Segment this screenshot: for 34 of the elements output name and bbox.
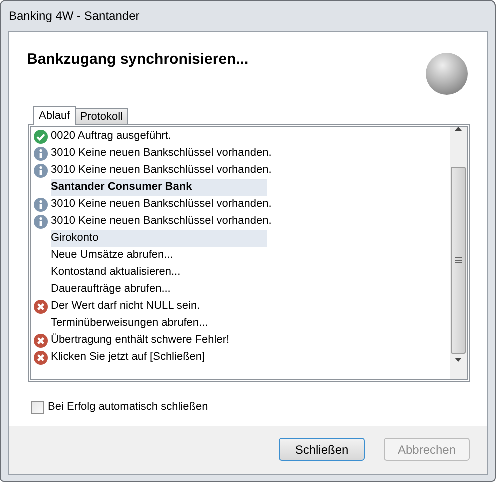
log-message: 3010 Keine neuen Bankschlüssel vorhanden. xyxy=(51,214,272,230)
log-message: Kontostand aktualisieren... xyxy=(51,265,181,280)
info-icon xyxy=(34,164,48,178)
log-message: 3010 Keine neuen Bankschlüssel vorhanden. xyxy=(51,146,272,162)
log-message: Der Wert darf nicht NULL sein. xyxy=(51,299,200,314)
scroll-thumb[interactable] xyxy=(451,167,466,354)
info-icon xyxy=(34,214,48,228)
log-message: Daueraufträge abrufen... xyxy=(51,282,171,298)
log-message: 3010 Keine neuen Bankschlüssel vorhanden. xyxy=(51,163,272,178)
dialog-heading: Bankzugang synchronisieren... xyxy=(26,50,249,70)
error-icon xyxy=(34,350,48,364)
grip-icon xyxy=(455,257,462,264)
log-message: 3010 Keine neuen Bankschlüssel vorhanden. xyxy=(51,197,272,212)
scrollbar[interactable] xyxy=(450,127,467,379)
window-title: Banking 4W - Santander xyxy=(9,8,140,25)
tab[interactable]: Protokoll xyxy=(76,108,128,124)
log-message: Klicken Sie jetzt auf [Schließen] xyxy=(51,350,206,366)
log-message: 0020 Auftrag ausgeführt. xyxy=(51,129,172,144)
status-light-icon xyxy=(425,52,469,96)
section-heading: Girokonto xyxy=(51,230,267,247)
info-icon xyxy=(34,146,48,160)
info-icon xyxy=(34,198,48,212)
section-heading: Santander Consumer Bank xyxy=(51,179,267,196)
log-message: Neue Umsätze abrufen... xyxy=(51,248,174,264)
checkbox-label: Bei Erfolg automatisch schließen xyxy=(48,400,208,415)
check-icon xyxy=(34,130,48,144)
tab[interactable]: Ablauf xyxy=(33,106,76,125)
scroll-down-icon[interactable] xyxy=(455,358,462,362)
error-icon xyxy=(34,334,48,348)
log-message: Terminüberweisungen abrufen... xyxy=(51,316,208,332)
dialog-button[interactable]: Schließen xyxy=(279,438,365,461)
error-icon xyxy=(34,300,48,314)
checkbox[interactable] xyxy=(31,400,44,414)
log-message: Übertragung enthält schwere Fehler! xyxy=(51,332,230,348)
